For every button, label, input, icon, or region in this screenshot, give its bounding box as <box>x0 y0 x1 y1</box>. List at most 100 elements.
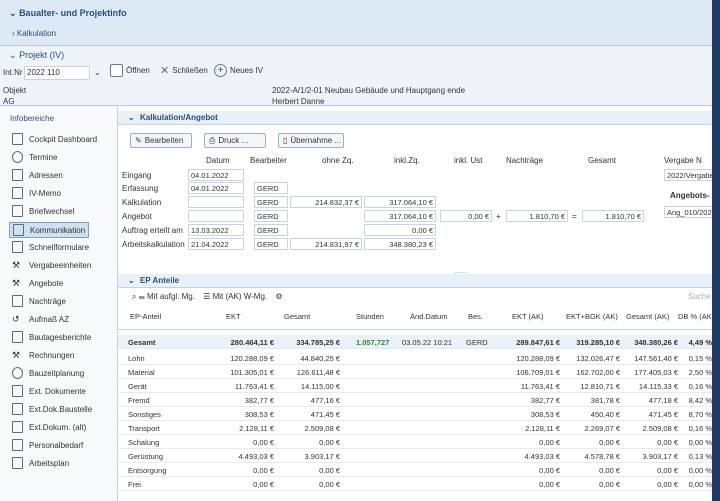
col-ekt[interactable]: EKT <box>226 312 241 321</box>
sidebar-item-arbeitsplan[interactable]: Arbeitsplan <box>12 457 69 469</box>
table-row[interactable]: Gesamt 280.464,11 € 334.785,25 € 1.057,7… <box>118 335 720 349</box>
table-row[interactable]: Entsorgung 0,00 € 0,00 € 0,00 € 0,00 € 0… <box>118 463 720 477</box>
kalkulation-panel-header[interactable]: ⌄ Kalkulation/Angebot <box>118 111 720 125</box>
sidebar-item-ext-dok-baustelle[interactable]: Ext.Dok.Baustelle <box>12 403 92 415</box>
cell-ekt: 280.464,11 € <box>230 338 274 347</box>
bearbeiter-field[interactable]: GERD <box>254 238 288 250</box>
table-row[interactable]: Lohn 120.288,09 € 44.840,25 € 120.288,09… <box>118 351 720 365</box>
section-baualter-toggle[interactable]: ⌄ Baualter- und Projektinfo <box>9 8 127 19</box>
col-ep-anteil[interactable]: EP-Anteil <box>130 312 161 321</box>
datum-field[interactable]: 21.04.2022 <box>188 238 244 250</box>
cell-ep-anteil: Gerüstung <box>128 452 164 461</box>
kalk-row-label: Kalkulation <box>122 198 162 207</box>
sidebar-item-termine[interactable]: Termine <box>12 151 57 163</box>
cell-gesamt-ak: 14.115,33 € <box>638 382 678 391</box>
inkl-zq-field[interactable]: 348.380,23 € <box>364 238 436 250</box>
clock-icon <box>12 151 23 163</box>
main-content: ⌄ Kalkulation/Angebot ✎ Bearbeiten ⎙ Druck… <box>118 106 720 501</box>
inkl-zq-field[interactable]: 317.064,10 € <box>364 196 436 208</box>
table-row[interactable]: Transport 2.128,11 € 2.509,08 € 2.128,11… <box>118 421 720 435</box>
cell-ekt: 0,00 € <box>253 480 274 489</box>
cell-ekt-ak: 2.128,11 € <box>525 424 560 433</box>
sidebar-item-cockpit[interactable]: Cockpit Dashboard <box>12 133 97 145</box>
chevron-down-icon[interactable]: ⌄ <box>94 68 101 77</box>
cell-ekt-bgk-ak: 12.810,71 € <box>580 382 620 391</box>
inkl-zq-field[interactable]: 0,00 € <box>364 224 436 236</box>
cell-db-ak: 0,00 % <box>688 438 712 447</box>
inkl-zq-field[interactable]: 317.064,10 € <box>364 210 436 222</box>
sidebar-item-adressen[interactable]: Adressen <box>12 169 63 181</box>
sidebar-item-kommunikation[interactable]: Kommunikation <box>9 222 90 238</box>
neues-iv-button[interactable]: + Neues IV <box>214 64 263 77</box>
col-bes[interactable]: Bes. <box>468 312 483 321</box>
sidebar-item-angebote[interactable]: ⚒ Angebote <box>12 277 63 289</box>
table-row[interactable]: Gerät 11.763,41 € 14.115,00 € 11.763,41 … <box>118 379 720 393</box>
bearbeiter-field[interactable]: GERD <box>254 224 288 236</box>
datum-field[interactable]: 04.01.2022 <box>188 182 244 194</box>
col-aend-datum[interactable]: Änd.Datum <box>410 312 448 321</box>
sidebar-item-bauzeitplanung[interactable]: Bauzeitplanung <box>12 367 84 379</box>
sidebar-item-ext-dokum-alt[interactable]: Ext.Dokum. (alt) <box>12 421 86 433</box>
int-nr-label: Int.Nr <box>3 68 23 77</box>
sidebar-item-bautagesberichte[interactable]: Bautagesberichte <box>12 331 91 343</box>
cell-db-ak: 0,16 % <box>688 424 712 433</box>
datum-field[interactable]: 13.03.2022 <box>188 224 244 236</box>
oeffnen-button[interactable]: Öffnen <box>110 64 150 77</box>
vergabe-field[interactable]: 2022/Vergabe <box>664 169 716 181</box>
option-ak-w-mg[interactable]: Mit (AK) W-Mg. <box>213 292 268 301</box>
cell-ekt: 4.493,03 € <box>238 452 274 461</box>
col-db-ak[interactable]: DB % (AK) <box>678 312 714 321</box>
schliessen-button[interactable]: ✕ Schließen <box>160 64 208 77</box>
table-row[interactable]: Fremd 382,77 € 477,16 € 382,77 € 381,78 … <box>118 393 720 407</box>
cell-gesamt: 0,00 € <box>319 480 340 489</box>
datum-field[interactable] <box>188 196 244 208</box>
gesamt-field[interactable]: 1.810,70 € <box>582 210 644 222</box>
list-icon[interactable]: ☰ <box>139 292 145 301</box>
bearbeiten-button[interactable]: ✎ Bearbeiten <box>130 133 192 148</box>
sidebar-item-nachtraege[interactable]: Nachträge <box>12 295 66 307</box>
table-row[interactable]: Schalung 0,00 € 0,00 € 0,00 € 0,00 € 0,0… <box>118 435 720 449</box>
search-input[interactable]: Suche <box>688 292 711 301</box>
col-ekt-bgk-ak[interactable]: EKT+BGK (AK) <box>566 312 618 321</box>
inkl-ust-field[interactable]: 0,00 € <box>440 210 492 222</box>
bearbeiter-field[interactable]: GERD <box>254 196 288 208</box>
datum-field[interactable]: 04.01.2022 <box>188 169 244 181</box>
sidebar-item-personalbedarf[interactable]: Personalbedarf <box>12 439 83 451</box>
table-row[interactable]: Sonstiges 308,53 € 471,45 € 308,53 € 450… <box>118 407 720 421</box>
angebot-field[interactable]: Ang_010/2022 <box>664 206 716 218</box>
int-nr-select[interactable]: 2022 110 <box>24 66 90 80</box>
ohne-zq-field[interactable]: 214.832,37 € <box>290 196 362 208</box>
sidebar-item-schnellformulare[interactable]: Schnellformulare <box>12 241 89 253</box>
table-row[interactable]: Frei 0,00 € 0,00 € 0,00 € 0,00 € 0,00 € … <box>118 477 720 491</box>
table-row[interactable]: Material 101.305,01 € 126.611,48 € 106.7… <box>118 365 720 379</box>
cell-gesamt-ak: 471,45 € <box>648 410 678 419</box>
sidebar-item-rechnungen[interactable]: ⚒ Rechnungen <box>12 349 74 361</box>
uebernahme-button[interactable]: ▯ Übernahme ... <box>278 133 344 148</box>
section-projekt-toggle[interactable]: ⌄ Projekt (IV) <box>9 50 64 61</box>
col-gesamt[interactable]: Gesamt <box>284 312 310 321</box>
option-aufgl-mg[interactable]: Mit aufgl. Mg. <box>147 292 195 301</box>
cell-ekt-bgk-ak: 132.026,47 € <box>576 354 620 363</box>
sidebar-item-ext-dokumente[interactable]: Ext. Dokumente <box>12 385 86 397</box>
col-gesamt-ak[interactable]: Gesamt (AK) <box>626 312 669 321</box>
kalkulation-link[interactable]: › Kalkulation <box>12 29 56 38</box>
druck-button[interactable]: ⎙ Druck ... <box>204 133 266 148</box>
col-stunden[interactable]: Stunden <box>356 312 384 321</box>
col-ekt-ak[interactable]: EKT (AK) <box>512 312 544 321</box>
bearbeiter-field[interactable]: GERD <box>254 210 288 222</box>
sidebar-item-vergabeeinheiten[interactable]: ⚒ Vergabeeinheiten <box>12 259 91 271</box>
sidebar-item-iv-memo[interactable]: IV-Memo <box>12 187 61 199</box>
search-icon[interactable]: ⌕ <box>132 292 136 301</box>
nachtraege-field[interactable]: 1.810,70 € <box>506 210 568 222</box>
ep-panel-header[interactable]: ⌄ EP Anteile <box>118 274 720 288</box>
sidebar-item-aufmass[interactable]: ↺ Aufmaß AZ <box>12 313 69 325</box>
datum-field[interactable] <box>188 210 244 222</box>
settings-icon[interactable]: ⚙ <box>275 292 282 301</box>
cell-ekt-ak: 0,00 € <box>539 480 560 489</box>
ohne-zq-field[interactable]: 214.831,97 € <box>290 238 362 250</box>
list-icon[interactable]: ☰ <box>203 292 210 301</box>
sidebar-item-briefwechsel[interactable]: Briefwechsel <box>12 205 74 217</box>
table-row[interactable]: Gerüstung 4.493,03 € 3.903,17 € 4.493,03… <box>118 449 720 463</box>
bearbeiter-field[interactable]: GERD <box>254 182 288 194</box>
cell-ekt-ak: 308,53 € <box>530 410 560 419</box>
